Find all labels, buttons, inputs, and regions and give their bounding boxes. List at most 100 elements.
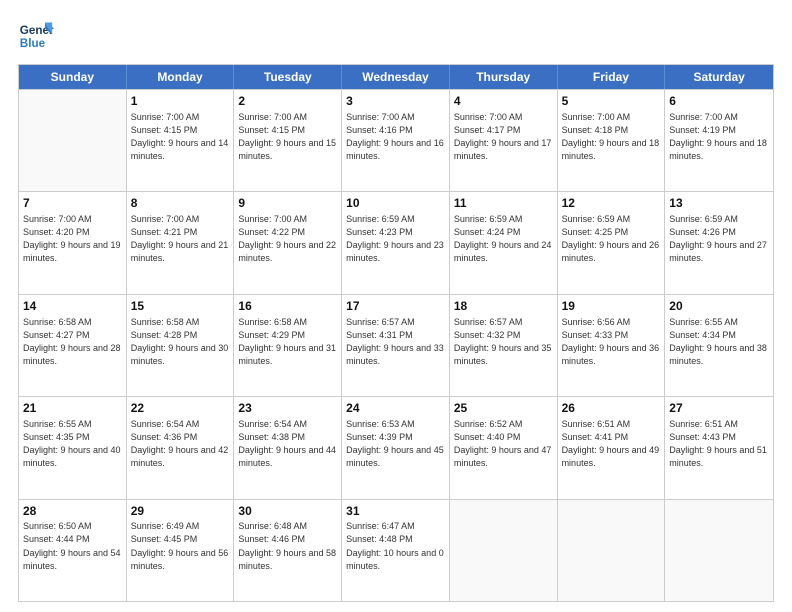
day-number: 6 xyxy=(669,93,769,110)
cell-info: Sunrise: 6:52 AMSunset: 4:40 PMDaylight:… xyxy=(454,418,553,470)
calendar-cell: 5Sunrise: 7:00 AMSunset: 4:18 PMDaylight… xyxy=(558,90,666,191)
calendar-header-thursday: Thursday xyxy=(450,65,558,89)
cell-info: Sunrise: 7:00 AMSunset: 4:20 PMDaylight:… xyxy=(23,213,122,265)
calendar-header-wednesday: Wednesday xyxy=(342,65,450,89)
cell-info: Sunrise: 7:00 AMSunset: 4:15 PMDaylight:… xyxy=(238,111,337,163)
cell-info: Sunrise: 7:00 AMSunset: 4:16 PMDaylight:… xyxy=(346,111,445,163)
calendar-cell: 23Sunrise: 6:54 AMSunset: 4:38 PMDayligh… xyxy=(234,397,342,498)
calendar-cell: 29Sunrise: 6:49 AMSunset: 4:45 PMDayligh… xyxy=(127,500,235,601)
logo-icon: General Blue xyxy=(18,18,54,54)
calendar-cell: 1Sunrise: 7:00 AMSunset: 4:15 PMDaylight… xyxy=(127,90,235,191)
calendar-header-sunday: Sunday xyxy=(19,65,127,89)
calendar-cell: 14Sunrise: 6:58 AMSunset: 4:27 PMDayligh… xyxy=(19,295,127,396)
cell-info: Sunrise: 6:59 AMSunset: 4:26 PMDaylight:… xyxy=(669,213,769,265)
cell-info: Sunrise: 6:51 AMSunset: 4:43 PMDaylight:… xyxy=(669,418,769,470)
calendar-header-saturday: Saturday xyxy=(665,65,773,89)
calendar-cell: 3Sunrise: 7:00 AMSunset: 4:16 PMDaylight… xyxy=(342,90,450,191)
calendar-week-3: 14Sunrise: 6:58 AMSunset: 4:27 PMDayligh… xyxy=(19,294,773,396)
day-number: 30 xyxy=(238,503,337,520)
calendar-week-1: 1Sunrise: 7:00 AMSunset: 4:15 PMDaylight… xyxy=(19,89,773,191)
calendar-cell: 8Sunrise: 7:00 AMSunset: 4:21 PMDaylight… xyxy=(127,192,235,293)
calendar-cell: 6Sunrise: 7:00 AMSunset: 4:19 PMDaylight… xyxy=(665,90,773,191)
cell-info: Sunrise: 6:58 AMSunset: 4:29 PMDaylight:… xyxy=(238,316,337,368)
cell-info: Sunrise: 6:55 AMSunset: 4:34 PMDaylight:… xyxy=(669,316,769,368)
calendar-week-5: 28Sunrise: 6:50 AMSunset: 4:44 PMDayligh… xyxy=(19,499,773,601)
cell-info: Sunrise: 6:54 AMSunset: 4:36 PMDaylight:… xyxy=(131,418,230,470)
calendar-cell xyxy=(558,500,666,601)
cell-info: Sunrise: 6:49 AMSunset: 4:45 PMDaylight:… xyxy=(131,520,230,572)
day-number: 13 xyxy=(669,195,769,212)
day-number: 3 xyxy=(346,93,445,110)
calendar-cell: 18Sunrise: 6:57 AMSunset: 4:32 PMDayligh… xyxy=(450,295,558,396)
calendar-cell xyxy=(450,500,558,601)
calendar-header-monday: Monday xyxy=(127,65,235,89)
calendar-header-friday: Friday xyxy=(558,65,666,89)
day-number: 22 xyxy=(131,400,230,417)
calendar-cell: 7Sunrise: 7:00 AMSunset: 4:20 PMDaylight… xyxy=(19,192,127,293)
cell-info: Sunrise: 6:50 AMSunset: 4:44 PMDaylight:… xyxy=(23,520,122,572)
calendar-cell: 4Sunrise: 7:00 AMSunset: 4:17 PMDaylight… xyxy=(450,90,558,191)
day-number: 25 xyxy=(454,400,553,417)
calendar-week-4: 21Sunrise: 6:55 AMSunset: 4:35 PMDayligh… xyxy=(19,396,773,498)
calendar-cell: 11Sunrise: 6:59 AMSunset: 4:24 PMDayligh… xyxy=(450,192,558,293)
calendar-cell: 21Sunrise: 6:55 AMSunset: 4:35 PMDayligh… xyxy=(19,397,127,498)
page-header: General Blue xyxy=(18,18,774,54)
day-number: 11 xyxy=(454,195,553,212)
calendar-cell: 17Sunrise: 6:57 AMSunset: 4:31 PMDayligh… xyxy=(342,295,450,396)
calendar-header-tuesday: Tuesday xyxy=(234,65,342,89)
day-number: 26 xyxy=(562,400,661,417)
day-number: 7 xyxy=(23,195,122,212)
day-number: 4 xyxy=(454,93,553,110)
day-number: 21 xyxy=(23,400,122,417)
cell-info: Sunrise: 6:59 AMSunset: 4:23 PMDaylight:… xyxy=(346,213,445,265)
cell-info: Sunrise: 6:47 AMSunset: 4:48 PMDaylight:… xyxy=(346,520,445,572)
day-number: 9 xyxy=(238,195,337,212)
cell-info: Sunrise: 7:00 AMSunset: 4:17 PMDaylight:… xyxy=(454,111,553,163)
cell-info: Sunrise: 6:57 AMSunset: 4:32 PMDaylight:… xyxy=(454,316,553,368)
day-number: 20 xyxy=(669,298,769,315)
cell-info: Sunrise: 6:58 AMSunset: 4:28 PMDaylight:… xyxy=(131,316,230,368)
calendar-cell: 12Sunrise: 6:59 AMSunset: 4:25 PMDayligh… xyxy=(558,192,666,293)
cell-info: Sunrise: 6:55 AMSunset: 4:35 PMDaylight:… xyxy=(23,418,122,470)
day-number: 23 xyxy=(238,400,337,417)
day-number: 24 xyxy=(346,400,445,417)
calendar-cell: 16Sunrise: 6:58 AMSunset: 4:29 PMDayligh… xyxy=(234,295,342,396)
calendar: SundayMondayTuesdayWednesdayThursdayFrid… xyxy=(18,64,774,602)
calendar-header: SundayMondayTuesdayWednesdayThursdayFrid… xyxy=(19,65,773,89)
cell-info: Sunrise: 6:53 AMSunset: 4:39 PMDaylight:… xyxy=(346,418,445,470)
calendar-body: 1Sunrise: 7:00 AMSunset: 4:15 PMDaylight… xyxy=(19,89,773,601)
calendar-cell: 25Sunrise: 6:52 AMSunset: 4:40 PMDayligh… xyxy=(450,397,558,498)
day-number: 14 xyxy=(23,298,122,315)
calendar-cell: 28Sunrise: 6:50 AMSunset: 4:44 PMDayligh… xyxy=(19,500,127,601)
calendar-week-2: 7Sunrise: 7:00 AMSunset: 4:20 PMDaylight… xyxy=(19,191,773,293)
cell-info: Sunrise: 6:54 AMSunset: 4:38 PMDaylight:… xyxy=(238,418,337,470)
cell-info: Sunrise: 6:59 AMSunset: 4:24 PMDaylight:… xyxy=(454,213,553,265)
day-number: 16 xyxy=(238,298,337,315)
day-number: 2 xyxy=(238,93,337,110)
cell-info: Sunrise: 6:51 AMSunset: 4:41 PMDaylight:… xyxy=(562,418,661,470)
cell-info: Sunrise: 7:00 AMSunset: 4:19 PMDaylight:… xyxy=(669,111,769,163)
day-number: 31 xyxy=(346,503,445,520)
calendar-cell: 10Sunrise: 6:59 AMSunset: 4:23 PMDayligh… xyxy=(342,192,450,293)
day-number: 1 xyxy=(131,93,230,110)
calendar-cell: 30Sunrise: 6:48 AMSunset: 4:46 PMDayligh… xyxy=(234,500,342,601)
calendar-cell: 27Sunrise: 6:51 AMSunset: 4:43 PMDayligh… xyxy=(665,397,773,498)
cell-info: Sunrise: 6:48 AMSunset: 4:46 PMDaylight:… xyxy=(238,520,337,572)
calendar-cell: 15Sunrise: 6:58 AMSunset: 4:28 PMDayligh… xyxy=(127,295,235,396)
day-number: 8 xyxy=(131,195,230,212)
calendar-cell: 13Sunrise: 6:59 AMSunset: 4:26 PMDayligh… xyxy=(665,192,773,293)
calendar-cell xyxy=(19,90,127,191)
cell-info: Sunrise: 6:58 AMSunset: 4:27 PMDaylight:… xyxy=(23,316,122,368)
day-number: 10 xyxy=(346,195,445,212)
calendar-cell: 24Sunrise: 6:53 AMSunset: 4:39 PMDayligh… xyxy=(342,397,450,498)
calendar-cell: 26Sunrise: 6:51 AMSunset: 4:41 PMDayligh… xyxy=(558,397,666,498)
calendar-cell: 19Sunrise: 6:56 AMSunset: 4:33 PMDayligh… xyxy=(558,295,666,396)
cell-info: Sunrise: 7:00 AMSunset: 4:15 PMDaylight:… xyxy=(131,111,230,163)
day-number: 19 xyxy=(562,298,661,315)
calendar-cell xyxy=(665,500,773,601)
day-number: 5 xyxy=(562,93,661,110)
calendar-cell: 31Sunrise: 6:47 AMSunset: 4:48 PMDayligh… xyxy=(342,500,450,601)
cell-info: Sunrise: 6:57 AMSunset: 4:31 PMDaylight:… xyxy=(346,316,445,368)
svg-text:Blue: Blue xyxy=(20,37,46,50)
day-number: 18 xyxy=(454,298,553,315)
